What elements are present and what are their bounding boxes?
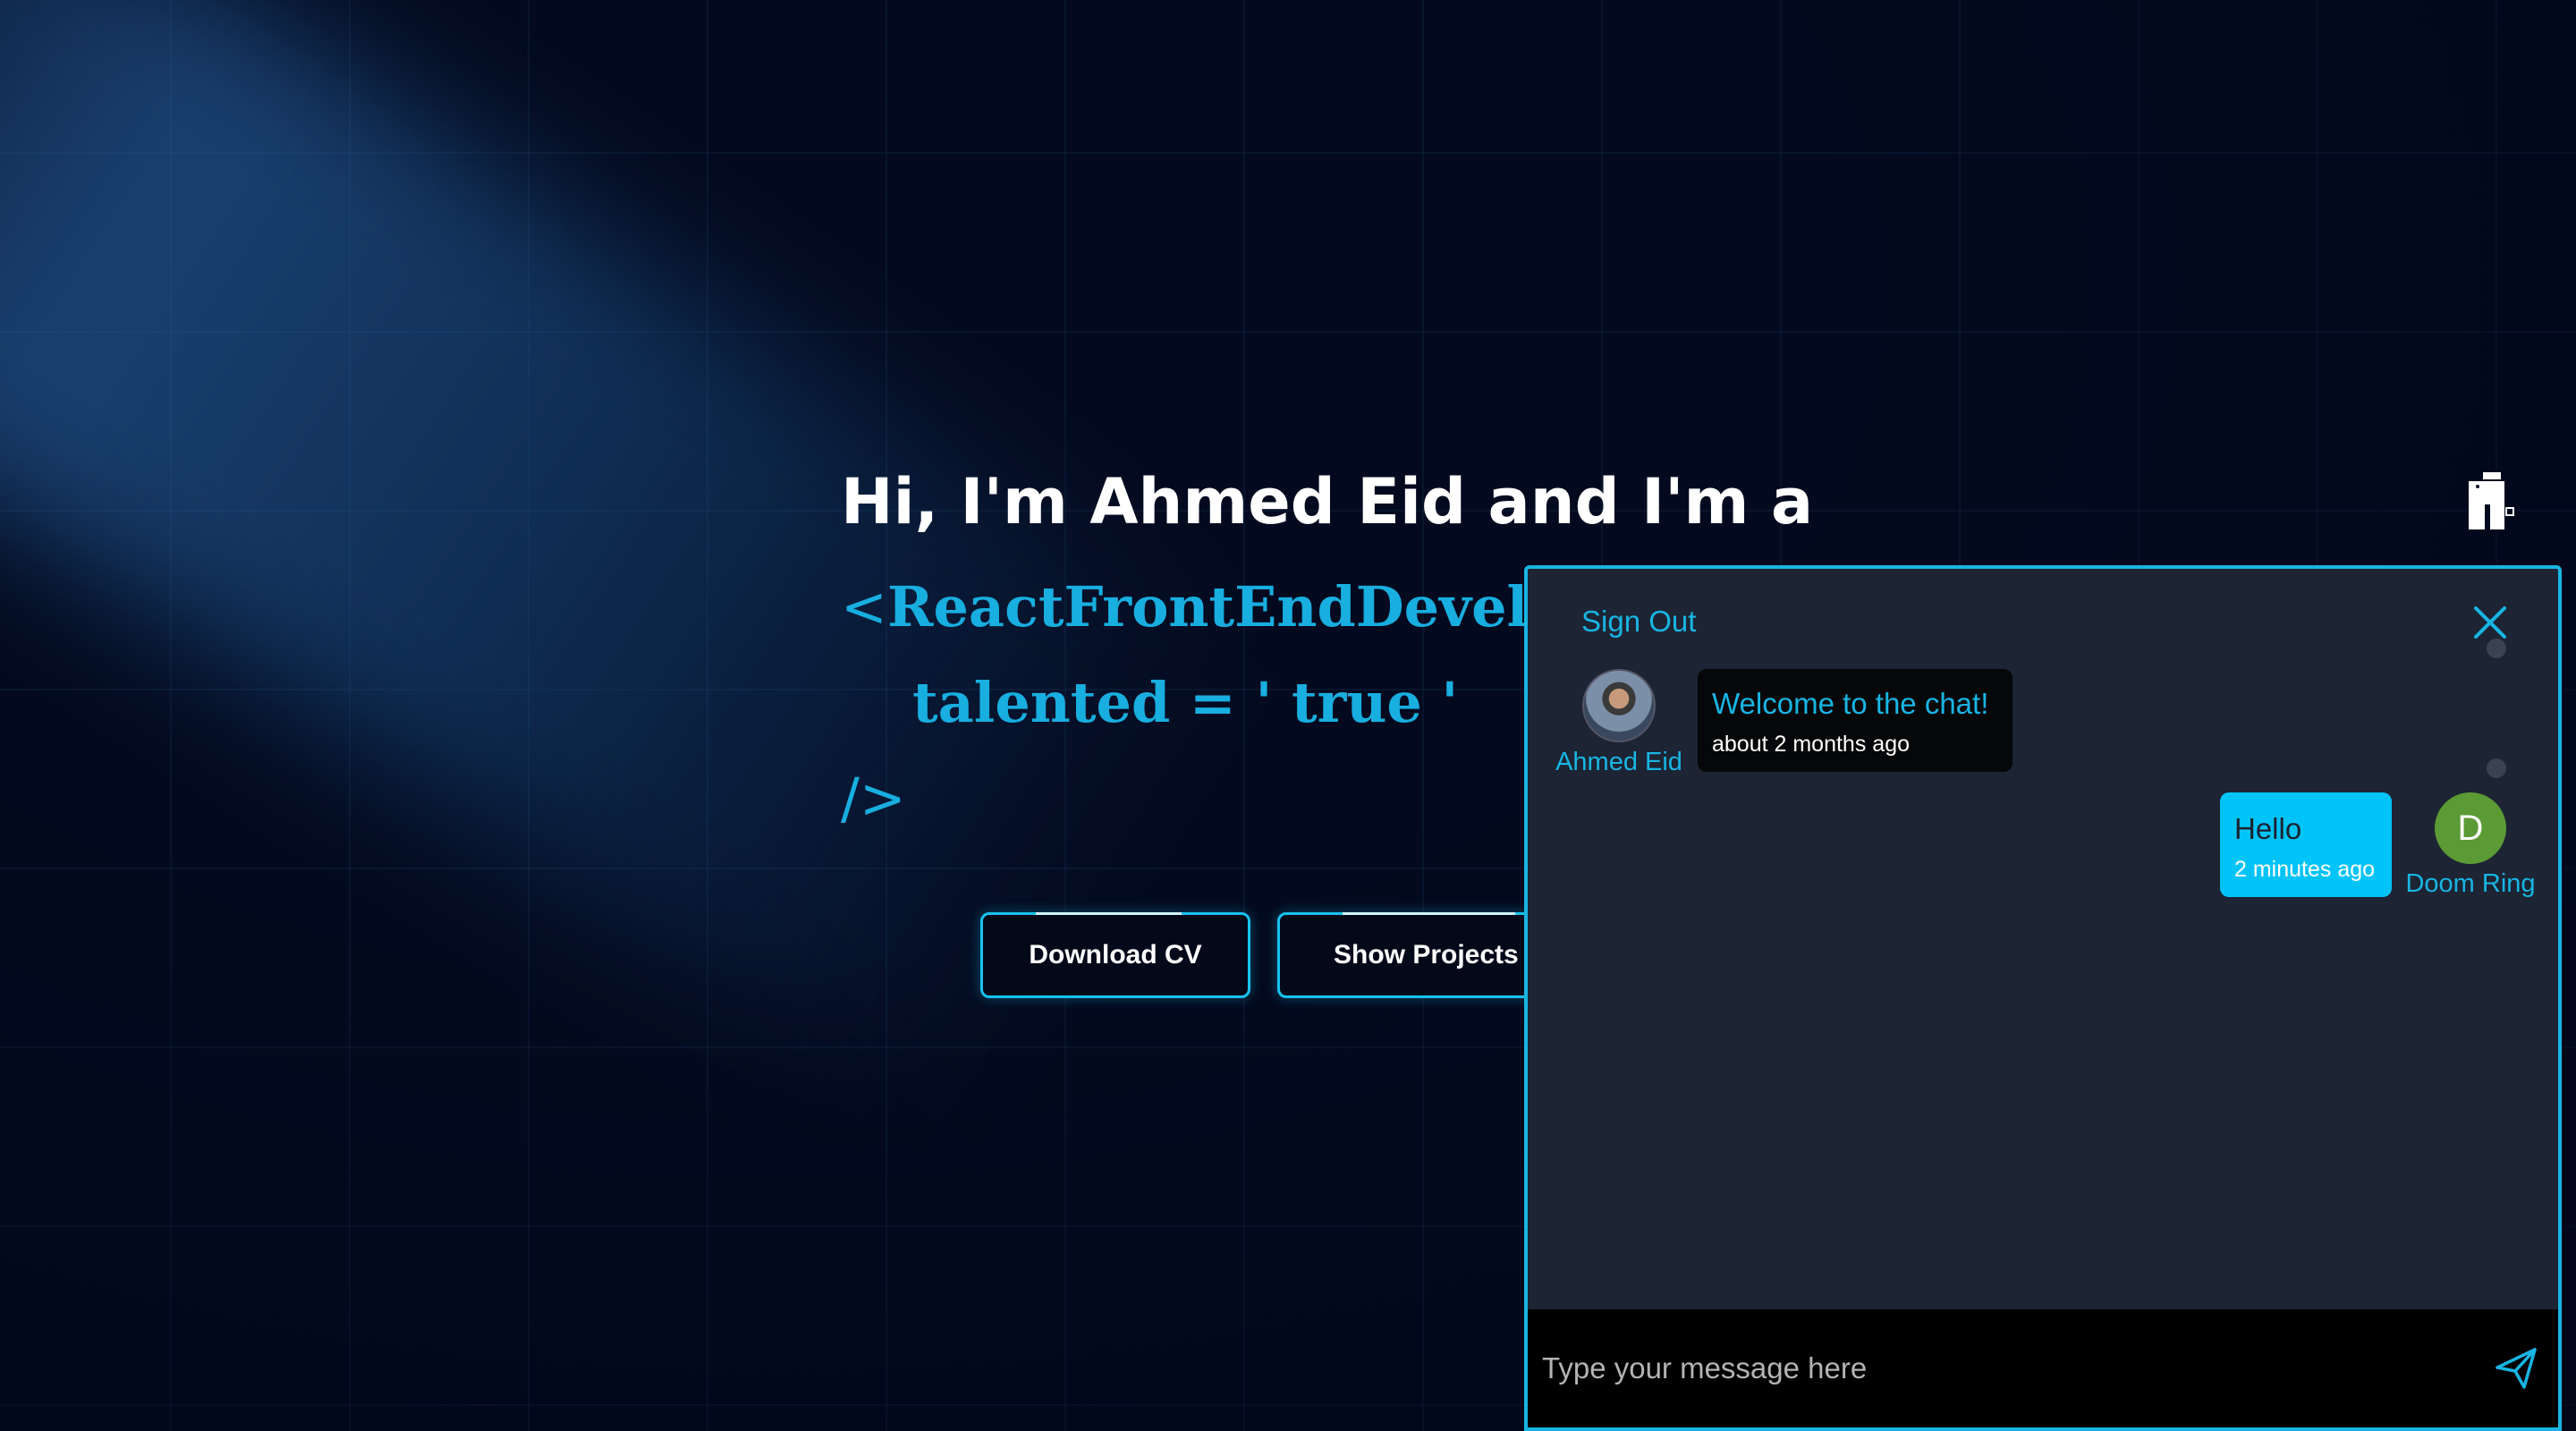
message-text: Hello	[2234, 812, 2302, 845]
author-name: Doom Ring	[2405, 869, 2536, 898]
chat-message: Ahmed Eid Welcome to the chat! about 2 m…	[1555, 669, 2012, 777]
message-timestamp: 2 minutes ago	[2234, 857, 2376, 882]
avatar	[1582, 669, 1656, 742]
hero-title: Hi, I'm Ahmed Eid and I'm a	[841, 465, 1814, 538]
message-input[interactable]	[1528, 1309, 2494, 1427]
message-bubble: Welcome to the chat! about 2 months ago	[1698, 669, 2012, 772]
chat-panel: Sign Out Ahmed Eid Welcome to the chat! …	[1524, 565, 2562, 1431]
scroll-indicator-dot	[2487, 758, 2506, 778]
message-timestamp: about 2 months ago	[1712, 732, 1910, 757]
message-text: Welcome to the chat!	[1712, 687, 1989, 720]
code-component-name: ReactFrontEndDevelo	[886, 574, 1565, 639]
download-cv-button[interactable]: Download CV	[980, 912, 1250, 998]
show-projects-label: Show Projects	[1334, 940, 1519, 970]
chat-input-bar	[1528, 1309, 2558, 1427]
chat-message: Hello 2 minutes ago D Doom Ring	[2220, 792, 2536, 899]
close-icon[interactable]	[2472, 605, 2508, 640]
sign-out-link[interactable]: Sign Out	[1581, 605, 1696, 639]
author-name: Ahmed Eid	[1555, 748, 1682, 776]
avatar: D	[2435, 792, 2506, 864]
send-icon[interactable]	[2494, 1346, 2538, 1391]
message-author: D Doom Ring	[2405, 792, 2536, 899]
scroll-indicator-dot	[2487, 639, 2506, 658]
code-lt: <	[841, 574, 887, 639]
message-bubble: Hello 2 minutes ago	[2220, 792, 2392, 897]
door-icon[interactable]	[2463, 469, 2517, 531]
download-cv-label: Download CV	[1029, 940, 1202, 970]
message-author: Ahmed Eid	[1555, 669, 1682, 777]
